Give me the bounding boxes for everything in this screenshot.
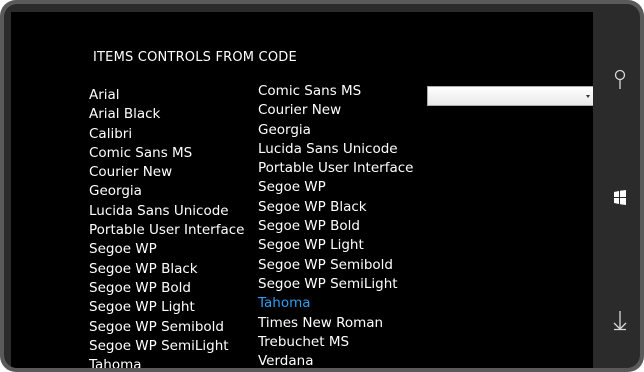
list-item[interactable]: Segoe WP: [89, 240, 244, 259]
list-item[interactable]: Courier New: [258, 101, 413, 120]
page-title: ITEMS CONTROLS FROM CODE: [93, 50, 297, 65]
list-item[interactable]: Tahoma: [89, 356, 244, 368]
list-item[interactable]: Lucida Sans Unicode: [258, 140, 413, 159]
list-item[interactable]: Segoe WP SemiLight: [89, 337, 244, 356]
list-item[interactable]: Segoe WP Black: [258, 198, 413, 217]
phone-body: ITEMS CONTROLS FROM CODE Arial Arial Blac…: [4, 4, 640, 368]
font-combo-box[interactable]: [427, 86, 593, 106]
list-item[interactable]: Verdana: [258, 352, 413, 368]
dropdown-arrow-icon[interactable]: [586, 95, 590, 98]
list-item[interactable]: Trebuchet MS: [258, 333, 413, 352]
list-item[interactable]: Portable User Interface: [258, 159, 413, 178]
font-list-box[interactable]: Arial Arial Black Calibri Comic Sans MS Cour…: [89, 86, 244, 368]
search-icon: [614, 69, 626, 89]
back-arrow-icon: [613, 311, 627, 331]
list-item[interactable]: Segoe WP Light: [89, 298, 244, 317]
list-item[interactable]: Comic Sans MS: [89, 144, 244, 163]
phone-bezel: ITEMS CONTROLS FROM CODE Arial Arial Blac…: [0, 0, 644, 372]
list-item[interactable]: Arial: [89, 86, 244, 105]
list-item[interactable]: Segoe WP SemiLight: [258, 275, 413, 294]
list-item[interactable]: Segoe WP Semibold: [89, 318, 244, 337]
list-item[interactable]: Times New Roman: [258, 314, 413, 333]
list-item[interactable]: Georgia: [258, 121, 413, 140]
list-item[interactable]: Segoe WP Bold: [258, 217, 413, 236]
list-item[interactable]: Georgia: [89, 182, 244, 201]
list-item[interactable]: Segoe WP Bold: [89, 279, 244, 298]
list-item[interactable]: Segoe WP Light: [258, 236, 413, 255]
list-item[interactable]: Lucida Sans Unicode: [89, 202, 244, 221]
windows-logo-icon: [614, 190, 626, 205]
list-item[interactable]: Portable User Interface: [89, 221, 244, 240]
list-item[interactable]: Segoe WP: [258, 178, 413, 197]
list-item[interactable]: Comic Sans MS: [258, 82, 413, 101]
list-item[interactable]: Courier New: [89, 163, 244, 182]
list-item[interactable]: Segoe WP Semibold: [258, 256, 413, 275]
list-item[interactable]: Arial Black: [89, 105, 244, 124]
list-item[interactable]: Calibri: [89, 125, 244, 144]
hardware-button-bar: [600, 12, 640, 368]
list-item[interactable]: Segoe WP Black: [89, 260, 244, 279]
start-button[interactable]: [600, 186, 640, 210]
search-button[interactable]: [600, 68, 640, 92]
list-item[interactable]: Tahoma: [258, 294, 413, 313]
font-list-picker[interactable]: Comic Sans MS Courier New Georgia Lucida Sa…: [258, 82, 413, 368]
phone-screen: ITEMS CONTROLS FROM CODE Arial Arial Blac…: [11, 12, 593, 368]
back-button[interactable]: [600, 308, 640, 332]
